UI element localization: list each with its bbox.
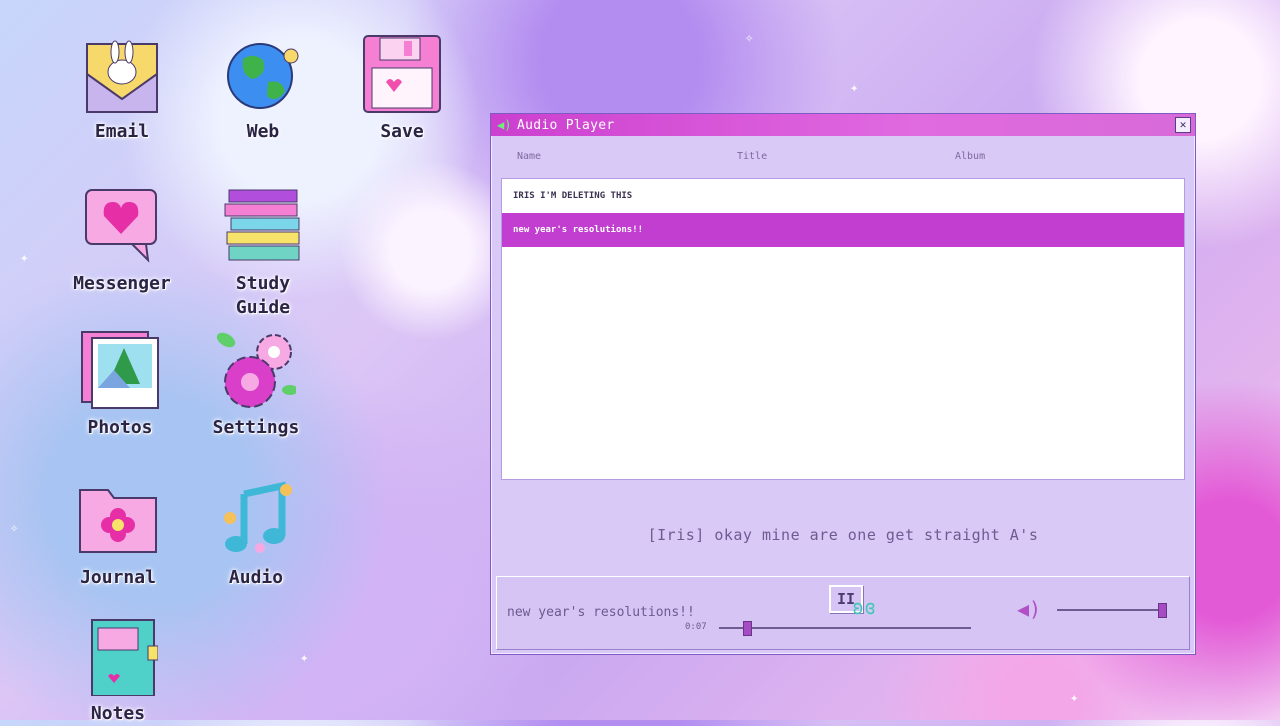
desktop-icon-label: Notes [90,703,146,724]
title-bar[interactable]: ◀) Audio Player ✕ [491,114,1195,136]
desktop-icon-label: Settings [212,417,300,438]
now-playing-label: new year's resolutions!! [507,605,695,620]
heart-chat-icon [82,186,162,266]
sparkle-decoration: ✦ [300,650,309,666]
track-name: IRIS I'M DELETING THIS [513,191,633,201]
desktop-icon-label: Save [380,121,424,142]
envelope-bunny-icon [82,34,162,114]
desktop-icon-photos[interactable]: Photos [65,330,175,440]
desktop-icon-messenger[interactable]: Messenger [67,186,177,296]
volume-slider[interactable] [1057,603,1167,618]
seek-bar[interactable] [719,621,971,636]
books-icon [223,186,303,266]
desktop-icon-web[interactable]: Web [208,34,318,144]
column-header-name[interactable]: Name [517,151,541,162]
sparkle-decoration: ✦ [20,250,29,266]
desktop-icon-label: Journal [80,567,156,588]
desktop-icon-audio[interactable]: Audio [201,480,311,590]
current-time: 0:07 [685,622,707,632]
window-title: Audio Player [517,117,615,133]
column-header-album[interactable]: Album [955,151,985,162]
track-row[interactable]: IRIS I'M DELETING THIS [502,179,1184,213]
butterfly-cursor-icon: ʚɞ [852,595,877,619]
track-list: IRIS I'M DELETING THIS new year's resolu… [501,178,1185,480]
desktop-icon-label: Study Guide [235,273,291,318]
desktop-icon-email[interactable]: Email [67,34,177,144]
sparkle-decoration: ✦ [1070,690,1079,706]
music-note-icon [216,480,296,560]
globe-icon [223,34,303,114]
track-row-selected[interactable]: new year's resolutions!! [502,213,1184,247]
close-button[interactable]: ✕ [1175,117,1191,133]
desktop-icon-settings[interactable]: Settings [201,330,311,440]
sparkle-decoration: ✦ [850,80,859,96]
sparkle-decoration: ✧ [10,520,19,536]
desktop-icon-label: Web [246,121,280,142]
track-name: new year's resolutions!! [513,225,644,235]
floppy-disk-icon [362,34,442,114]
volume-icon[interactable]: ◀) [1017,597,1041,621]
desktop-icon-save[interactable]: Save [347,34,457,144]
photos-icon [80,330,160,410]
desktop-icon-label: Messenger [73,273,171,294]
speaker-icon: ◀) [497,118,512,132]
column-headers: Name Title Album [491,136,1195,178]
volume-handle[interactable] [1157,603,1167,618]
desktop-icon-notes[interactable]: Notes [63,616,173,726]
notebook-icon [78,616,159,697]
folder-flower-icon [78,480,158,560]
desktop-icon-journal[interactable]: Journal [63,480,173,590]
column-header-title[interactable]: Title [737,151,767,162]
playback-controls: new year's resolutions!! II ʚɞ 0:07 ◀) [496,576,1190,650]
audio-player-window: ◀) Audio Player ✕ Name Title Album IRIS … [490,113,1196,655]
desktop-icon-label: Audio [228,567,284,588]
desktop-icon-label: Photos [87,417,153,438]
desktop-icon-label: Email [94,121,150,142]
seek-handle[interactable] [742,621,752,636]
sparkle-decoration: ✧ [745,30,754,46]
desktop-icon-study-guide[interactable]: Study Guide [208,186,318,320]
gear-flower-icon [216,330,298,410]
lyric-text: [Iris] okay mine are one get straight A'… [647,526,1039,544]
